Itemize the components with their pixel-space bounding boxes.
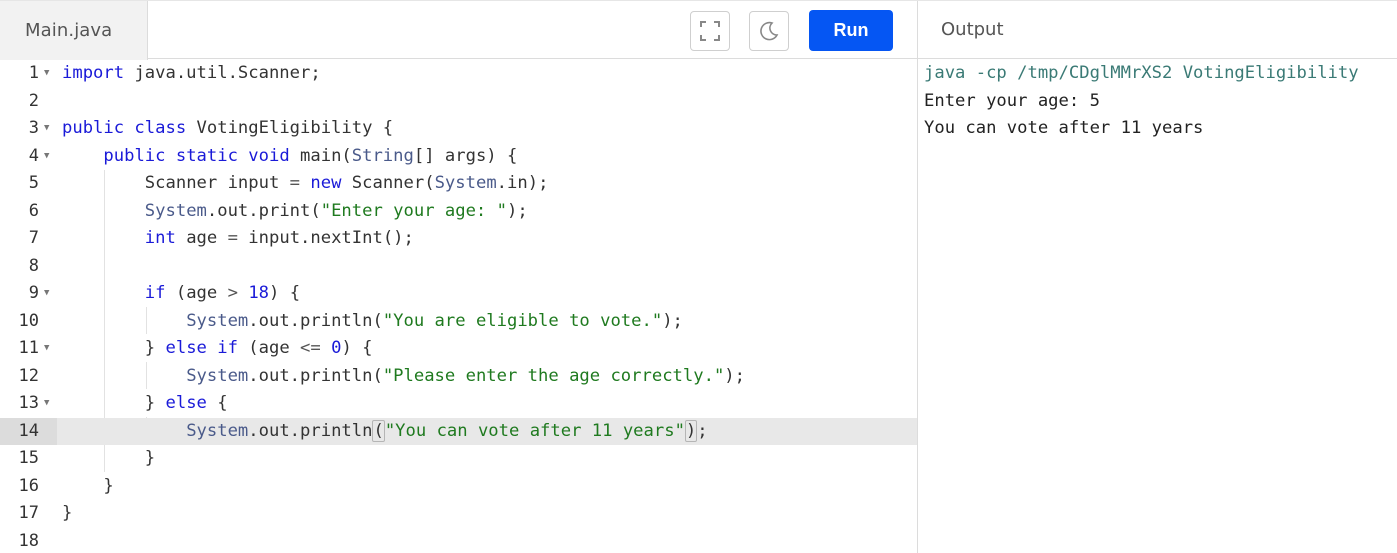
line-number: 12 — [18, 365, 39, 386]
code-line: 2 — [0, 88, 917, 116]
output-pane: Output java -cp /tmp/CDglMMrXS2 VotingEl… — [918, 0, 1397, 553]
run-button[interactable]: Run — [809, 10, 893, 51]
code-line: 9 ▼ if (age > 18) { — [0, 280, 917, 308]
code-line: 12 System.out.println("Please enter the … — [0, 363, 917, 391]
line-number: 6 — [28, 200, 39, 221]
code-line: 7 int age = input.nextInt(); — [0, 225, 917, 253]
fold-arrow-icon[interactable]: ▼ — [44, 280, 49, 308]
line-number: 7 — [28, 228, 39, 248]
fold-arrow-icon[interactable]: ▼ — [44, 335, 49, 363]
line-number: 18 — [18, 530, 39, 551]
fold-arrow-icon[interactable]: ▼ — [44, 115, 49, 143]
line-number: 16 — [18, 475, 39, 496]
code-line: 4 ▼ public static void main(String[] arg… — [0, 143, 917, 171]
moon-icon — [760, 21, 779, 41]
code-line: 10 System.out.println("You are eligible … — [0, 308, 917, 336]
fold-arrow-icon[interactable]: ▼ — [44, 143, 49, 171]
line-number: 2 — [28, 90, 39, 111]
code-line: 8 — [0, 253, 917, 281]
code-line: 16 } — [0, 473, 917, 501]
theme-toggle-button[interactable] — [749, 11, 789, 51]
code-line: 15 } — [0, 445, 917, 473]
output-console[interactable]: java -cp /tmp/CDglMMrXS2 VotingEligibili… — [918, 60, 1397, 143]
fullscreen-button[interactable] — [690, 11, 730, 51]
file-tab-label: Main.java — [25, 20, 113, 41]
code-line: 13 ▼ } else { — [0, 390, 917, 418]
code-line: 5 Scanner input = new Scanner(System.in)… — [0, 170, 917, 198]
line-number: 17 — [18, 503, 39, 523]
line-number: 5 — [28, 173, 39, 193]
code-editor[interactable]: 1 ▼ import java.util.Scanner; 2 3 ▼ publ… — [0, 60, 917, 553]
code-line: 1 ▼ import java.util.Scanner; — [0, 60, 917, 88]
code-line: 3 ▼ public class VotingEligibility { — [0, 115, 917, 143]
line-number: 14 — [0, 417, 57, 445]
code-line: 17 } — [0, 500, 917, 528]
code-line-active: 14 System.out.println("You can vote afte… — [0, 417, 917, 445]
output-title: Output — [941, 19, 1004, 40]
code-line: 11 ▼ } else if (age <= 0) { — [0, 335, 917, 363]
bracket-match: ( — [372, 419, 385, 442]
line-number: 8 — [28, 255, 39, 276]
line-number: 10 — [18, 310, 39, 331]
file-tab-main-java[interactable]: Main.java — [0, 1, 148, 60]
code-line: 6 System.out.print("Enter your age: "); — [0, 198, 917, 226]
output-line: You can vote after 11 years — [924, 118, 1204, 138]
editor-pane: Main.java Run 1 ▼ import java.util.Scann… — [0, 0, 918, 553]
output-line: Enter your age: 5 — [924, 90, 1100, 111]
bracket-match: ) — [684, 419, 698, 442]
output-command: java -cp /tmp/CDglMMrXS2 VotingEligibili… — [924, 63, 1359, 83]
fullscreen-icon — [700, 21, 720, 41]
output-header: Output — [918, 0, 1397, 59]
line-number: 15 — [18, 448, 39, 468]
editor-toolbar: Main.java Run — [0, 0, 918, 60]
fold-arrow-icon[interactable]: ▼ — [44, 390, 49, 418]
code-line: 18 — [0, 528, 917, 553]
fold-arrow-icon[interactable]: ▼ — [44, 60, 49, 88]
